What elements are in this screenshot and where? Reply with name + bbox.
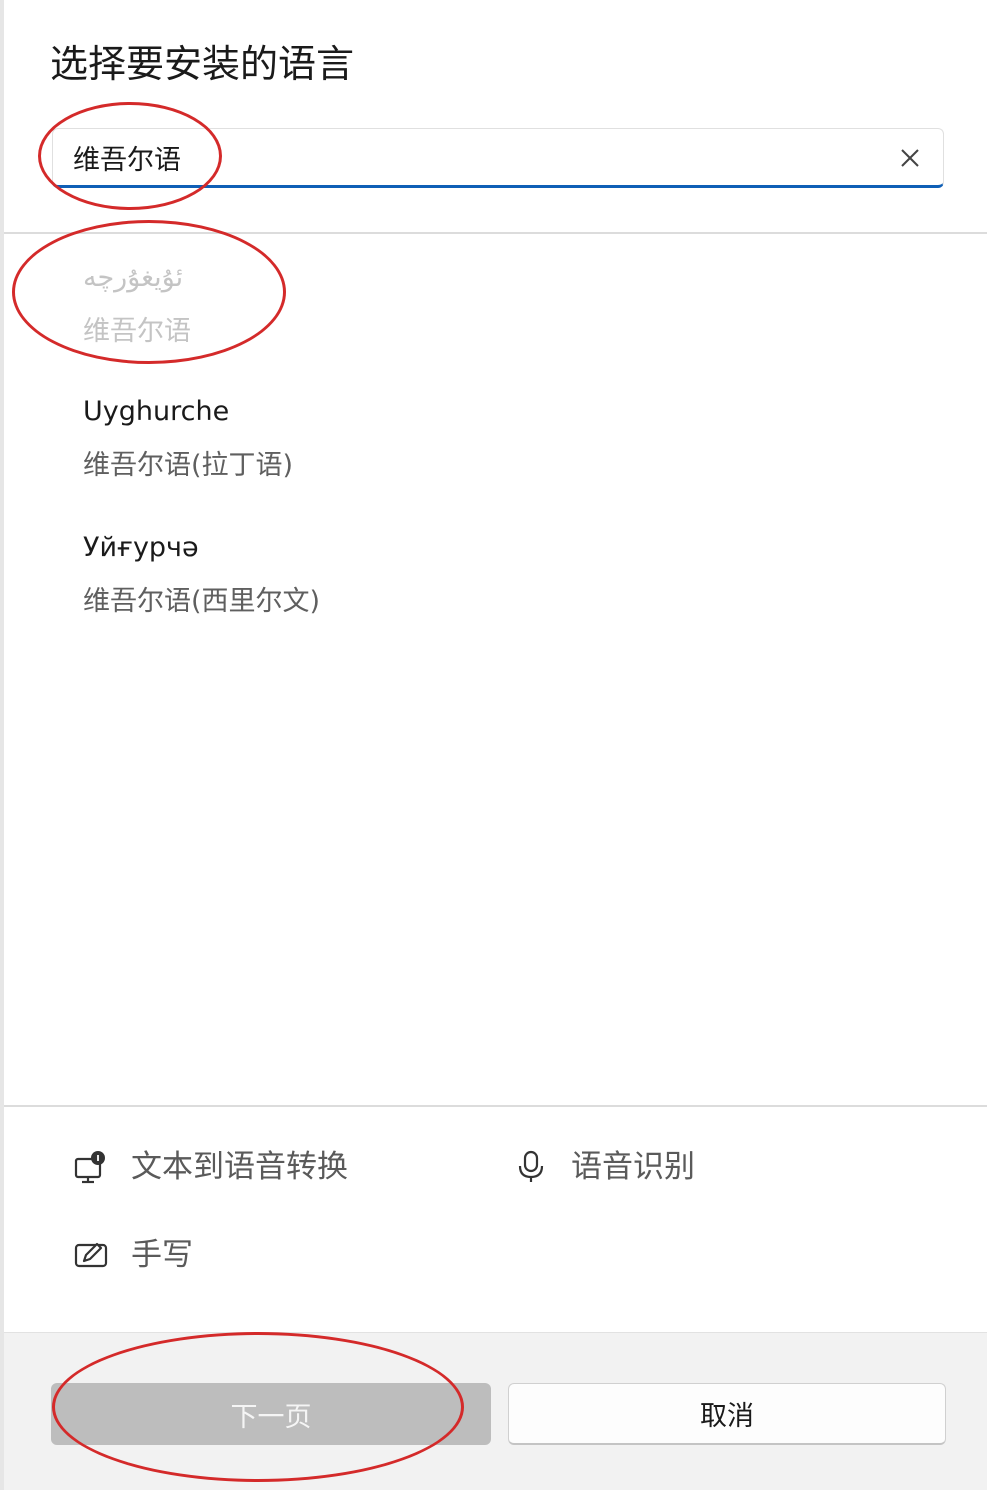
language-option-uyghur-cyrillic[interactable]: Уйғурчә 维吾尔语(西里尔文) <box>4 528 987 648</box>
features-top-divider <box>4 1105 987 1107</box>
language-results-list: ئۇيغۇرچە 维吾尔语 Uyghurche 维吾尔语(拉丁语) Уйғурч… <box>4 234 987 1106</box>
feature-speech-recognition: 语音识别 <box>514 1142 814 1192</box>
feature-handwriting: 手写 <box>74 1230 374 1280</box>
next-button[interactable]: 下一页 <box>51 1383 491 1445</box>
handwriting-icon <box>74 1242 108 1268</box>
language-localized-name: 维吾尔语 <box>83 316 191 347</box>
microphone-icon <box>518 1150 544 1182</box>
install-language-dialog: 选择要安装的语言 ئۇيغۇرچە 维吾尔语 Uyghurche 维吾尔语(拉丁… <box>0 0 987 1490</box>
language-localized-name: 维吾尔语(拉丁语) <box>83 450 294 481</box>
language-native-name: Uyghurche <box>83 396 230 427</box>
cancel-button[interactable]: 取消 <box>508 1383 946 1445</box>
language-search-input[interactable] <box>73 137 873 177</box>
language-option-uyghur-latin[interactable]: Uyghurche 维吾尔语(拉丁语) <box>4 392 987 512</box>
language-option-uyghur-arabic[interactable]: ئۇيغۇرچە 维吾尔语 <box>4 258 987 378</box>
text-to-speech-icon <box>74 1151 105 1184</box>
language-native-name: ئۇيغۇرچە <box>83 262 184 293</box>
feature-label: 语音识别 <box>571 1149 695 1185</box>
language-localized-name: 维吾尔语(西里尔文) <box>83 586 321 617</box>
feature-label: 手写 <box>131 1237 193 1273</box>
feature-text-to-speech: 文本到语音转换 <box>74 1142 474 1192</box>
dialog-footer: 下一页 取消 <box>4 1332 987 1490</box>
feature-label: 文本到语音转换 <box>131 1149 348 1185</box>
clear-search-button[interactable] <box>895 143 925 173</box>
language-search-box[interactable] <box>52 128 944 188</box>
language-native-name: Уйғурчә <box>83 532 199 563</box>
dialog-title: 选择要安装的语言 <box>50 42 355 86</box>
close-icon <box>901 149 919 167</box>
